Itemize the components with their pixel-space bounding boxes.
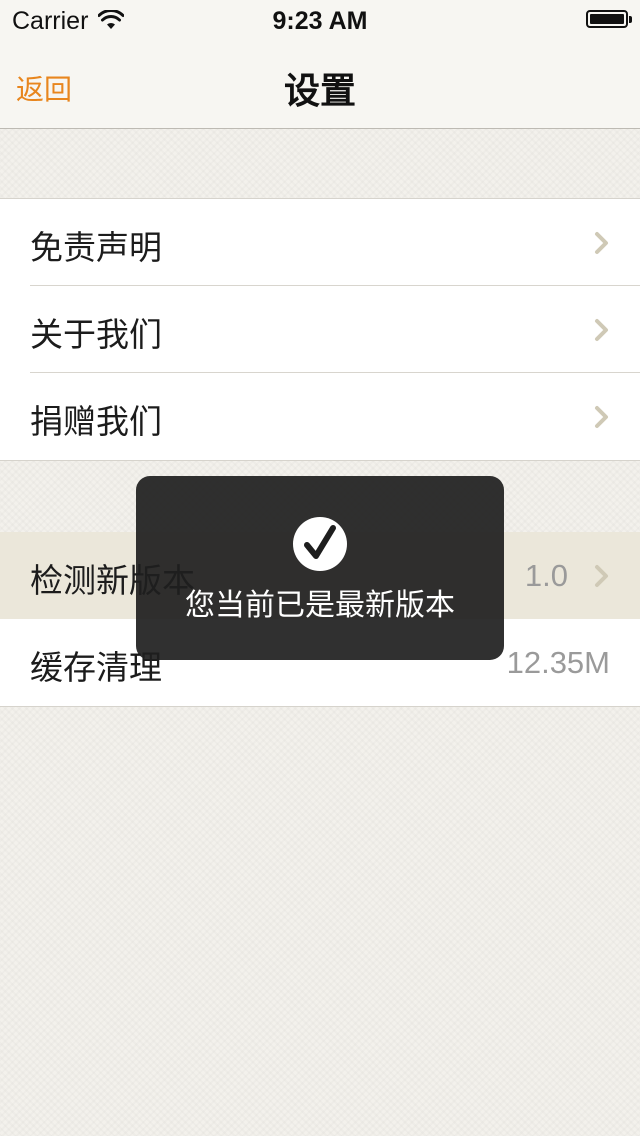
row-label: 关于我们 xyxy=(30,315,162,354)
row-label: 免责声明 xyxy=(30,228,162,267)
row-donate[interactable]: 捐赠我们 xyxy=(0,373,640,460)
row-label: 捐赠我们 xyxy=(30,402,162,441)
version-value: 1.0 xyxy=(524,558,568,593)
row-disclaimer[interactable]: 免责声明 xyxy=(0,199,640,286)
row-about-us[interactable]: 关于我们 xyxy=(0,286,640,373)
toast-text: 您当前已是最新版本 xyxy=(185,588,455,623)
chevron-right-icon xyxy=(595,232,608,254)
status-time: 9:23 AM xyxy=(272,7,368,35)
chevron-right-icon xyxy=(595,565,608,587)
cache-size-value: 12.35M xyxy=(506,645,610,680)
navigation-bar: 返回 设置 xyxy=(0,40,640,129)
checkmark-icon xyxy=(293,517,347,571)
chevron-right-icon xyxy=(595,406,608,428)
page-title: 设置 xyxy=(283,71,356,112)
settings-group-info: 免责声明 关于我们 捐赠我们 xyxy=(0,198,640,461)
toast-message: 您当前已是最新版本 xyxy=(136,476,504,660)
status-bar: Carrier 9:23 AM xyxy=(0,0,640,40)
chevron-right-icon xyxy=(595,319,608,341)
battery-icon xyxy=(586,10,632,28)
